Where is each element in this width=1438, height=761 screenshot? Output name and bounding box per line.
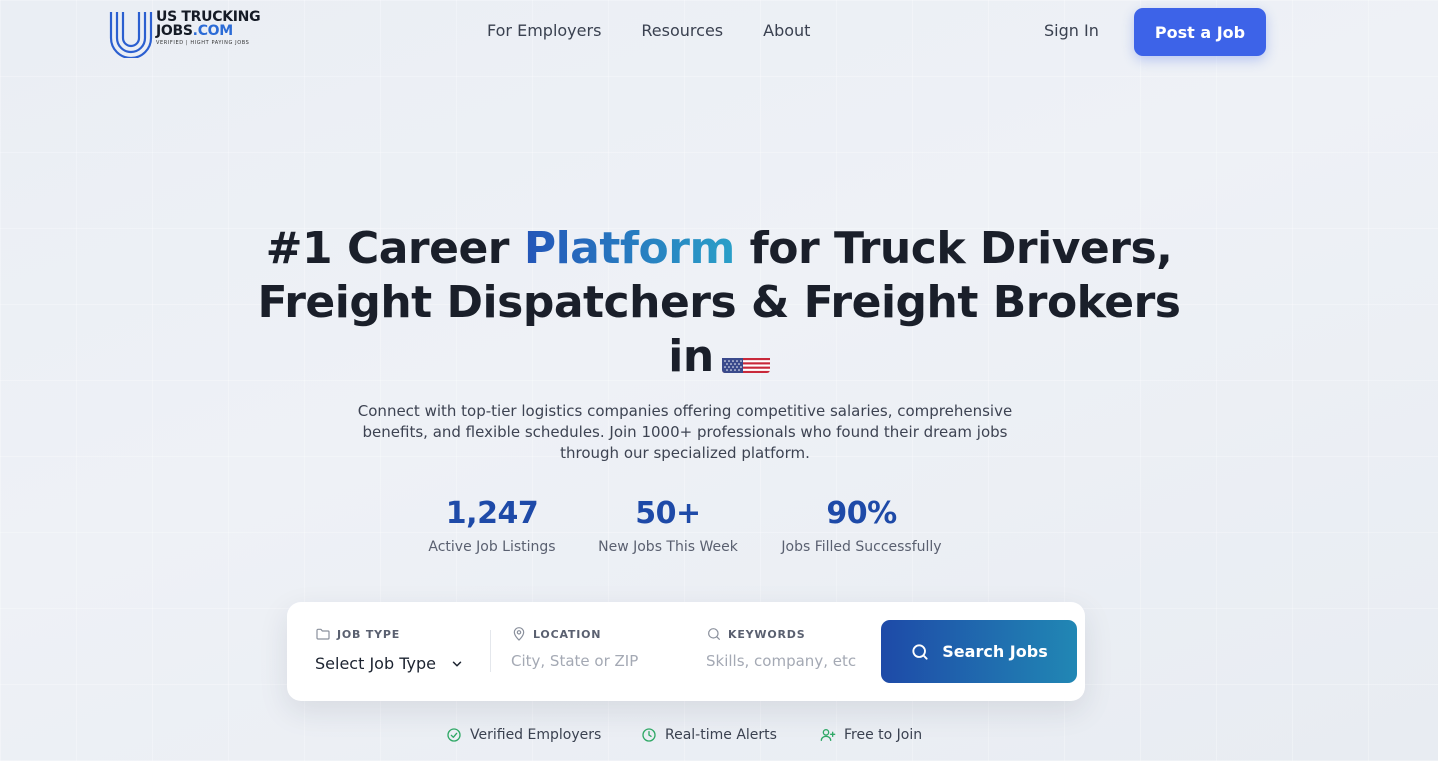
location-input[interactable] (511, 652, 676, 670)
logo-line-1: US TRUCKING (156, 9, 261, 25)
keywords-input[interactable] (706, 652, 871, 670)
us-flag-icon (721, 345, 770, 373)
hero-subtitle: Connect with top-tier logistics companie… (357, 402, 1013, 462)
logo-line-2: JOBS.COM (156, 23, 233, 39)
stat-value: 50+ (635, 496, 701, 531)
stat-label: Active Job Listings (428, 539, 556, 555)
top-navigation: US TRUCKING JOBS.COM VERIFIED | HIGHT PA… (0, 0, 1438, 64)
clock-icon (642, 728, 656, 742)
feature-label: Real-time Alerts (665, 727, 777, 743)
map-pin-icon (513, 627, 525, 641)
hero-title-line2: Freight Dispatchers & Freight Brokers (257, 277, 1181, 328)
stat-value: 90% (826, 496, 897, 531)
search-icon (708, 628, 720, 640)
check-circle-icon (447, 728, 461, 742)
job-type-label: JOB TYPE (337, 627, 401, 641)
logo-tagline: VERIFIED | HIGHT PAYING JOBS (156, 40, 250, 46)
hero-title-accent: Platform (523, 223, 735, 274)
hero-title-part1: #1 Career (265, 223, 510, 274)
job-type-select[interactable]: Select Job Type (315, 654, 464, 673)
stat-label: New Jobs This Week (598, 539, 738, 555)
post-job-button[interactable]: Post a Job (1134, 8, 1266, 56)
site-logo[interactable]: US TRUCKING JOBS.COM VERIFIED | HIGHT PA… (108, 10, 278, 58)
feature-label: Verified Employers (470, 727, 602, 743)
nav-link-about[interactable]: About (763, 21, 810, 40)
stat-label: Jobs Filled Successfully (781, 539, 942, 555)
keywords-field: KEYWORDS (706, 626, 871, 670)
folder-icon (316, 628, 330, 640)
hero-title-line3: in (668, 331, 714, 382)
feature-verified-employers: Verified Employers (446, 727, 601, 743)
hero-title: #1 Career Platform for Truck Drivers, Fr… (200, 222, 1238, 384)
feature-real-time-alerts: Real-time Alerts (641, 727, 777, 743)
logo-u-icon (109, 12, 153, 58)
search-icon (912, 643, 928, 660)
job-type-field: JOB TYPE Select Job Type (315, 626, 464, 673)
feature-label: Free to Join (844, 727, 923, 743)
field-divider (490, 630, 491, 672)
stat-jobs-filled: 90% Jobs Filled Successfully (774, 494, 949, 555)
feature-free-to-join: Free to Join (820, 727, 922, 743)
job-type-value: Select Job Type (315, 654, 436, 673)
search-jobs-button[interactable]: Search Jobs (881, 620, 1077, 683)
location-field: LOCATION (511, 626, 676, 670)
stat-active-listings: 1,247 Active Job Listings (422, 494, 562, 555)
user-plus-icon (820, 729, 836, 741)
keywords-label: KEYWORDS (728, 627, 806, 641)
job-search-card: JOB TYPE Select Job Type LOCATION KEYWOR… (287, 602, 1085, 701)
stat-value: 1,247 (445, 496, 539, 531)
main-nav: For Employers Resources About (487, 21, 810, 40)
hero-title-part2: for Truck Drivers, (749, 223, 1173, 274)
chevron-down-icon (452, 660, 462, 667)
sign-in-link[interactable]: Sign In (1044, 21, 1099, 40)
location-label: LOCATION (533, 627, 602, 641)
search-jobs-label: Search Jobs (942, 642, 1048, 661)
stat-new-jobs: 50+ New Jobs This Week (592, 494, 744, 555)
nav-link-resources[interactable]: Resources (641, 21, 723, 40)
nav-link-for-employers[interactable]: For Employers (487, 21, 601, 40)
